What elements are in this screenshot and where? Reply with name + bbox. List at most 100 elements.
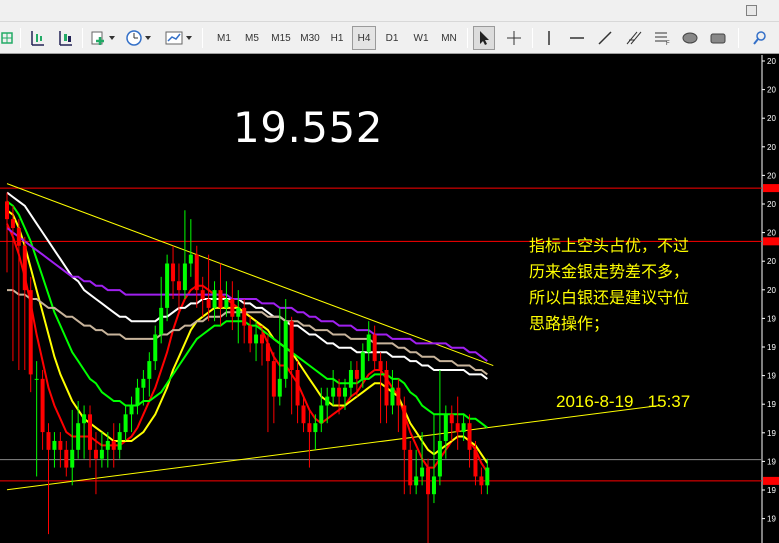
horizontal-line-icon[interactable] — [566, 26, 588, 50]
candle — [159, 276, 164, 344]
candle-body — [384, 369, 389, 406]
trendline — [6, 404, 660, 491]
candle — [265, 334, 270, 433]
candle-body — [82, 414, 87, 424]
candle — [182, 210, 187, 299]
new-indicator-icon[interactable] — [88, 26, 118, 50]
ellipse-icon[interactable] — [678, 26, 702, 50]
candle-body — [295, 369, 300, 406]
candle-body — [485, 467, 490, 486]
candle-body — [360, 352, 365, 379]
candle — [76, 401, 81, 459]
periodicity-clock-icon[interactable] — [124, 26, 154, 50]
price-axis-tick-label: 20 — [767, 114, 776, 123]
candle — [378, 352, 383, 424]
timeframe-m15[interactable]: M15 — [267, 26, 295, 50]
candle-body — [34, 378, 39, 380]
candle — [171, 245, 176, 299]
price-axis-tick-label: 19 — [767, 372, 776, 381]
vertical-line-icon[interactable] — [540, 26, 558, 50]
timeframe-m5[interactable]: M5 — [240, 26, 264, 50]
timeframe-mn[interactable]: MN — [436, 26, 462, 50]
candle-body — [40, 378, 45, 433]
candle-body — [111, 440, 116, 450]
timeframe-h4[interactable]: H4 — [352, 26, 376, 50]
candle-body — [301, 405, 306, 424]
candle-body — [10, 219, 15, 229]
candle-body — [200, 290, 205, 299]
candle-body — [414, 476, 419, 486]
candle — [135, 378, 140, 415]
fibonacci-icon[interactable]: F — [650, 26, 674, 50]
price-axis-tick-label: 19 — [767, 343, 776, 352]
candle-body — [265, 343, 270, 362]
candle-body — [5, 201, 9, 220]
candle-body — [206, 299, 211, 308]
candle-body — [307, 423, 312, 433]
candlestick-icon[interactable] — [54, 26, 76, 50]
candle — [40, 369, 45, 450]
timeframe-w1[interactable]: W1 — [408, 26, 434, 50]
candle — [212, 281, 217, 322]
crosshair-icon[interactable] — [503, 26, 525, 50]
analysis-note-line-1: 指标上空头占优，不过 — [529, 236, 690, 255]
candle-body — [147, 361, 152, 379]
candle — [366, 321, 371, 362]
candle-body — [354, 369, 359, 379]
templates-icon[interactable] — [163, 26, 195, 50]
candle-body — [230, 299, 235, 317]
window-control-icon[interactable] — [746, 5, 757, 16]
price-axis-tick-label: 20 — [767, 286, 776, 295]
candle-body — [271, 361, 276, 397]
candle-body — [443, 414, 448, 441]
price-axis-tick-label: 20 — [767, 200, 776, 209]
candle — [289, 316, 294, 415]
candle-body — [337, 387, 342, 397]
candle-body — [242, 307, 247, 326]
candle-body — [117, 432, 122, 450]
horizontal-level-marker — [763, 237, 779, 246]
search-icon[interactable] — [748, 26, 772, 50]
bar-chart-icon[interactable] — [26, 26, 48, 50]
candle-body — [467, 423, 472, 450]
toolbar: M1 M5 M15 M30 H1 H4 D1 W1 MN F — [0, 22, 779, 54]
candle-body — [182, 263, 187, 291]
candle-body — [52, 440, 57, 450]
price-axis-tick-label: 20 — [767, 57, 776, 66]
price-annotation: 19.552 — [233, 103, 383, 152]
candle-body — [289, 321, 294, 370]
price-chart[interactable]: 20 20 20 20 20 20 20 20 20 19 19 19 19 19 19 19 19 19.55… — [0, 55, 779, 543]
moving-average-line — [6, 191, 488, 380]
candle — [129, 396, 134, 433]
candle — [283, 299, 288, 388]
rectangle-icon[interactable] — [706, 26, 730, 50]
svg-text:F: F — [666, 41, 670, 46]
candle — [307, 409, 312, 468]
candle — [426, 458, 431, 543]
timeframe-m1[interactable]: M1 — [212, 26, 236, 50]
candle-body — [153, 334, 158, 362]
candle-body — [366, 334, 371, 353]
candle — [22, 236, 27, 370]
candle-body — [408, 449, 413, 486]
timeframe-m30[interactable]: M30 — [296, 26, 324, 50]
analysis-datetime: 2016-8-19 15:37 — [556, 392, 691, 411]
trendline-icon[interactable] — [594, 26, 616, 50]
timeframe-h1[interactable]: H1 — [326, 26, 348, 50]
equidistant-channel-icon[interactable] — [622, 26, 646, 50]
candle — [437, 369, 442, 486]
candle — [99, 432, 104, 468]
candle — [414, 449, 419, 495]
price-axis-tick-label: 19 — [767, 400, 776, 409]
candle-body — [212, 290, 217, 308]
horizontal-level-marker — [763, 476, 779, 485]
candle — [176, 263, 181, 313]
candle — [46, 423, 51, 535]
timeframe-d1[interactable]: D1 — [380, 26, 404, 50]
chart-grid-icon[interactable] — [0, 26, 14, 50]
pointer-icon[interactable] — [473, 26, 495, 50]
candle-body — [283, 321, 288, 379]
candle — [384, 361, 389, 424]
candle-body — [449, 414, 454, 424]
candle-body — [455, 423, 460, 433]
